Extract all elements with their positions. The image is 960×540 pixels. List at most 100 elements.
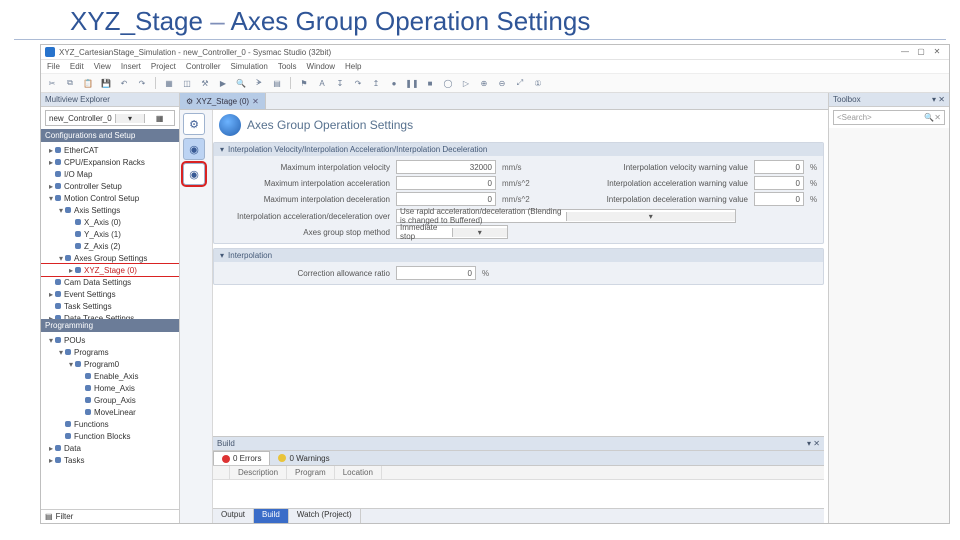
section-config[interactable]: Configurations and Setup [41, 129, 179, 142]
clear-icon[interactable]: ✕ [934, 113, 941, 122]
app-window: XYZ_CartesianStage_Simulation - new_Cont… [40, 44, 950, 524]
tree-item[interactable]: MoveLinear [41, 406, 179, 418]
errors-tab[interactable]: 0 Errors [213, 451, 270, 465]
output-tab[interactable]: Output [213, 509, 254, 523]
accel-over-dropdown[interactable]: Use rapid acceleration/deceleration (Ble… [396, 209, 736, 223]
tab-xyz-stage[interactable]: ⚙ XYZ_Stage (0) ✕ [180, 93, 266, 109]
watch-tab[interactable]: Watch (Project) [289, 509, 361, 523]
maximize-button[interactable]: ▢ [913, 47, 929, 57]
toolbox-search[interactable]: <Search> 🔍 ✕ [833, 110, 945, 125]
value-input[interactable]: 32000 [396, 160, 496, 174]
tree-item[interactable]: Enable_Axis [41, 370, 179, 382]
scissors-icon[interactable]: ✂ [45, 76, 59, 90]
tree-item[interactable]: Functions [41, 418, 179, 430]
paste-icon[interactable]: 📋 [81, 76, 95, 90]
menu-edit[interactable]: Edit [70, 62, 84, 71]
step-over-icon[interactable]: ↷ [351, 76, 365, 90]
menu-simulation[interactable]: Simulation [231, 62, 268, 71]
menu-tools[interactable]: Tools [278, 62, 297, 71]
undo-icon[interactable]: ↶ [117, 76, 131, 90]
nav-highlighted-icon[interactable]: ◉ [183, 163, 205, 185]
tree-item[interactable]: ▾POUs [41, 334, 179, 346]
build-tab[interactable]: Build [254, 509, 289, 523]
zoom-out-icon[interactable]: ⊖ [495, 76, 509, 90]
tree-item[interactable]: Y_Axis (1) [41, 228, 179, 240]
zoom-100-icon[interactable]: ① [531, 76, 545, 90]
panel-pin-icon[interactable]: ▾ ✕ [807, 439, 820, 448]
corr-ratio-input[interactable]: 0 [396, 266, 476, 280]
section-interpolation: ▾ Interpolation Correction allowance rat… [213, 248, 824, 285]
tree-item[interactable]: X_Axis (0) [41, 216, 179, 228]
value-input[interactable]: 0 [396, 176, 496, 190]
menu-project[interactable]: Project [151, 62, 176, 71]
compile-icon[interactable]: ⚒ [198, 76, 212, 90]
stop-method-dropdown[interactable]: Immediate stop▾ [396, 225, 508, 239]
tree-item[interactable]: ▸Data Trace Settings [41, 312, 179, 319]
record-icon[interactable]: ● [387, 76, 401, 90]
filter-bar[interactable]: ▤ Filter [41, 509, 179, 523]
controller-combo[interactable]: new_Controller_0▾ ▦ [45, 110, 175, 126]
tree-item[interactable]: Home_Axis [41, 382, 179, 394]
tree-item[interactable]: Function Blocks [41, 430, 179, 442]
menu-view[interactable]: View [94, 62, 111, 71]
a-icon[interactable]: A [315, 76, 329, 90]
tree-item[interactable]: ▾Axis Settings [41, 204, 179, 216]
tree-item[interactable]: ▸CPU/Expansion Racks [41, 156, 179, 168]
step-out-icon[interactable]: ↥ [369, 76, 383, 90]
menu-file[interactable]: File [47, 62, 60, 71]
warnings-tab[interactable]: 0 Warnings [270, 451, 337, 465]
controller-menu-icon[interactable]: ▦ [144, 114, 174, 123]
tree-item[interactable]: ▾Programs [41, 346, 179, 358]
zoom-in-icon[interactable]: ⊕ [477, 76, 491, 90]
warn-label: Interpolation acceleration warning value [568, 179, 748, 188]
warn-input[interactable]: 0 [754, 160, 804, 174]
tree-item[interactable]: I/O Map [41, 168, 179, 180]
tree-item[interactable]: ▾Program0 [41, 358, 179, 370]
tree-item[interactable]: Cam Data Settings [41, 276, 179, 288]
tree-item[interactable]: Task Settings [41, 300, 179, 312]
tree-item[interactable]: ▸Tasks [41, 454, 179, 466]
menu-window[interactable]: Window [307, 62, 335, 71]
run-icon[interactable]: ▶ [216, 76, 230, 90]
redo-icon[interactable]: ↷ [135, 76, 149, 90]
section-header-interp[interactable]: ▾ Interpolation Velocity/Interpolation A… [214, 143, 823, 156]
search-icon[interactable]: 🔍 [234, 76, 248, 90]
warn-input[interactable]: 0 [754, 192, 804, 206]
menu-help[interactable]: Help [345, 62, 361, 71]
minimize-button[interactable]: — [897, 47, 913, 57]
menu-controller[interactable]: Controller [186, 62, 221, 71]
tree-item[interactable]: ▾Axes Group Settings [41, 252, 179, 264]
nav-operation-icon[interactable]: ◉ [183, 138, 205, 160]
tree-item[interactable]: ▾Motion Control Setup [41, 192, 179, 204]
stop-icon[interactable]: ■ [423, 76, 437, 90]
tree-item[interactable]: Z_Axis (2) [41, 240, 179, 252]
copy-icon[interactable]: ⧉ [63, 76, 77, 90]
nav-general-icon[interactable]: ⚙ [183, 113, 205, 135]
tree-item[interactable]: ▸Event Settings [41, 288, 179, 300]
panel-pin-icon[interactable]: ▾ ✕ [932, 95, 945, 104]
tree-item[interactable]: Group_Axis [41, 394, 179, 406]
build-col: Location [335, 466, 382, 479]
tree-item[interactable]: ▸Controller Setup [41, 180, 179, 192]
flag-icon[interactable]: ⚑ [297, 76, 311, 90]
tree-item[interactable]: ▸EtherCAT [41, 144, 179, 156]
close-button[interactable]: ✕ [929, 47, 945, 57]
doc-icon[interactable]: ▤ [270, 76, 284, 90]
tree-item[interactable]: ▸Data [41, 442, 179, 454]
pause-icon[interactable]: ❚❚ [405, 76, 419, 90]
close-tab-icon[interactable]: ✕ [252, 97, 259, 106]
section-programming[interactable]: Programming [41, 319, 179, 332]
step-in-icon[interactable]: ↧ [333, 76, 347, 90]
save-icon[interactable]: 💾 [99, 76, 113, 90]
zoom-fit-icon[interactable]: ⤢ [513, 76, 527, 90]
menu-insert[interactable]: Insert [121, 62, 141, 71]
section-header-interp2[interactable]: ▾ Interpolation [214, 249, 823, 262]
play-icon[interactable]: ▷ [459, 76, 473, 90]
warn-input[interactable]: 0 [754, 176, 804, 190]
chart-icon[interactable]: ◫ [180, 76, 194, 90]
value-input[interactable]: 0 [396, 192, 496, 206]
axes-icon[interactable]: ᗘ [252, 76, 266, 90]
grid-icon[interactable]: ▦ [162, 76, 176, 90]
tree-item[interactable]: ▸XYZ_Stage (0) [41, 264, 179, 276]
circle-icon[interactable]: ◯ [441, 76, 455, 90]
